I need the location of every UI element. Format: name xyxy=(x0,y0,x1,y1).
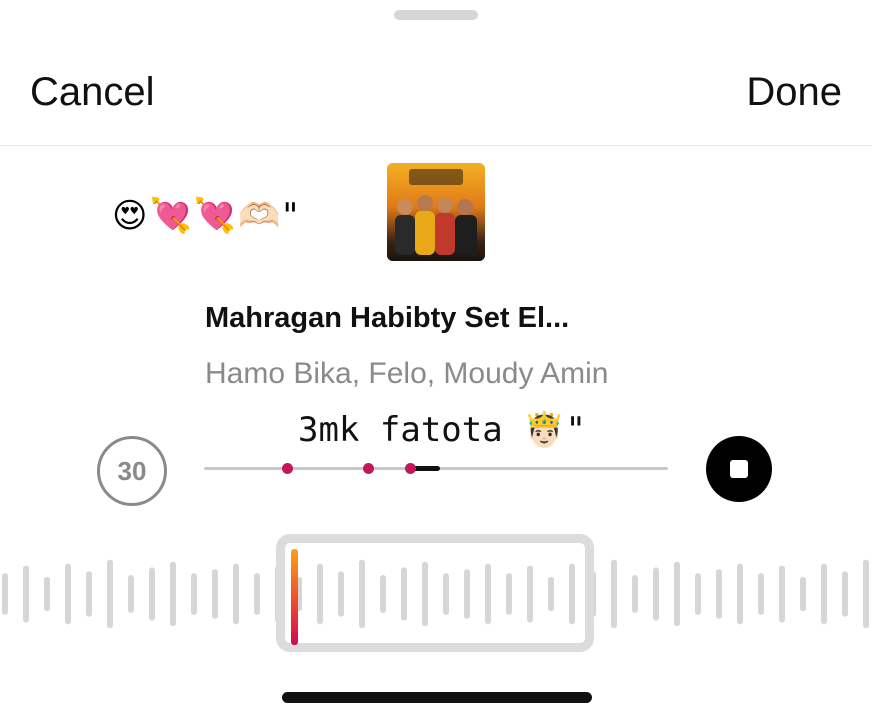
waveform-bar xyxy=(65,563,71,625)
done-button[interactable]: Done xyxy=(746,70,842,115)
home-indicator xyxy=(282,692,592,703)
lyric-line: 3mk fatota 🤴🏻" xyxy=(298,410,586,450)
progress-marker[interactable] xyxy=(404,463,416,474)
waveform-bar xyxy=(632,575,638,613)
sheet-grabber[interactable] xyxy=(394,10,478,20)
track-title: Mahragan Habibty Set El... xyxy=(205,302,570,334)
track-artists: Hamo Bika, Felo, Moudy Amin xyxy=(205,357,609,390)
waveform-bar xyxy=(2,573,8,615)
waveform-bar xyxy=(821,563,827,625)
waveform-bar xyxy=(695,573,701,615)
waveform-bar xyxy=(23,565,29,623)
waveform-bar xyxy=(233,563,239,625)
waveform-bar xyxy=(737,563,743,625)
waveform-bar xyxy=(128,575,134,613)
stop-button[interactable] xyxy=(706,436,772,502)
waveform-bar xyxy=(653,567,659,621)
music-picker-sheet: Cancel Done 😍💘💘🫶🏻" Mahragan Habibty Set … xyxy=(0,0,872,720)
header-bar: Cancel Done xyxy=(0,60,872,130)
waveform-bar xyxy=(716,569,722,619)
waveform-bar xyxy=(212,569,218,619)
waveform-bar xyxy=(170,561,176,627)
waveform-bar xyxy=(254,573,260,615)
album-cover-art xyxy=(387,163,485,261)
waveform-bar xyxy=(149,567,155,621)
duration-selector-button[interactable]: 30 xyxy=(97,436,167,506)
album-cover xyxy=(387,163,485,261)
header-divider xyxy=(0,145,872,146)
waveform-bar xyxy=(674,561,680,627)
waveform-bar xyxy=(107,559,113,629)
waveform-bar xyxy=(191,573,197,615)
clip-start-marker xyxy=(291,549,298,645)
progress-marker[interactable] xyxy=(282,463,294,474)
waveform-bar xyxy=(842,571,848,617)
waveform-bar xyxy=(779,565,785,623)
cancel-button[interactable]: Cancel xyxy=(30,70,155,115)
waveform-bar xyxy=(86,571,92,617)
stop-icon xyxy=(730,460,748,478)
waveform-bar xyxy=(863,559,869,629)
emoji-sticker[interactable]: 😍💘💘🫶🏻" xyxy=(112,196,300,236)
progress-marker[interactable] xyxy=(363,463,375,474)
clip-range-selector[interactable] xyxy=(276,534,594,652)
waveform-bar xyxy=(44,576,50,612)
waveform-bar xyxy=(611,559,617,629)
playback-progress-bar[interactable] xyxy=(204,463,668,474)
waveform-bar xyxy=(758,573,764,615)
waveform-bar xyxy=(800,576,806,612)
